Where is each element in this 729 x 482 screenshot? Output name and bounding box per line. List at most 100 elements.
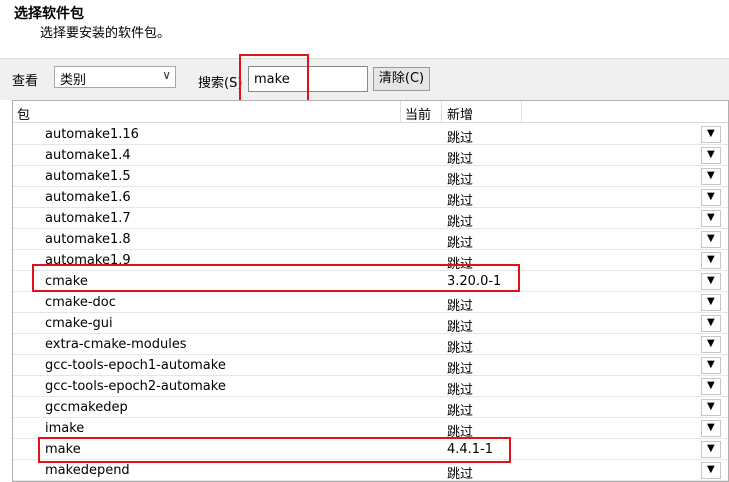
new-version-value: 跳过 bbox=[447, 173, 474, 188]
package-name: cmake-gui bbox=[45, 316, 113, 331]
version-dropdown[interactable]: ▼ bbox=[701, 315, 721, 332]
table-row[interactable]: extra-cmake-modules 跳过 ▼ bbox=[13, 334, 728, 356]
table-row[interactable]: cmake 3.20.0-1 ▼ bbox=[13, 271, 728, 292]
table-row[interactable]: gccmakedep 跳过 ▼ bbox=[13, 397, 728, 419]
package-table: 包 当前 新增 automake1.16 跳过 ▼ automake1.4 跳过… bbox=[12, 100, 729, 482]
triangle-down-icon: ▼ bbox=[707, 254, 715, 265]
table-row[interactable]: automake1.6 跳过 ▼ bbox=[13, 187, 728, 209]
new-version-value: 跳过 bbox=[447, 131, 474, 146]
triangle-down-icon: ▼ bbox=[707, 128, 715, 139]
new-version-value: 跳过 bbox=[447, 467, 474, 482]
triangle-down-icon: ▼ bbox=[707, 191, 715, 202]
table-row[interactable]: cmake-doc 跳过 ▼ bbox=[13, 292, 728, 314]
version-dropdown[interactable]: ▼ bbox=[701, 126, 721, 143]
search-input[interactable] bbox=[248, 66, 368, 92]
column-header-current[interactable]: 当前 bbox=[405, 104, 431, 123]
view-select[interactable]: 类别 ∨ bbox=[54, 66, 176, 88]
version-dropdown[interactable]: ▼ bbox=[701, 147, 721, 164]
version-dropdown[interactable]: ▼ bbox=[701, 399, 721, 416]
column-header-new[interactable]: 新增 bbox=[447, 104, 473, 123]
package-name: imake bbox=[45, 421, 85, 436]
triangle-down-icon: ▼ bbox=[707, 422, 715, 433]
version-dropdown[interactable]: ▼ bbox=[701, 294, 721, 311]
new-version-value: 跳过 bbox=[447, 425, 474, 440]
chevron-down-icon: ∨ bbox=[162, 68, 171, 82]
table-row[interactable]: cmake-gui 跳过 ▼ bbox=[13, 313, 728, 335]
version-dropdown[interactable]: ▼ bbox=[701, 462, 721, 479]
table-row[interactable]: gcc-tools-epoch2-automake 跳过 ▼ bbox=[13, 376, 728, 398]
table-row[interactable]: automake1.7 跳过 ▼ bbox=[13, 208, 728, 230]
package-name: extra-cmake-modules bbox=[45, 337, 187, 352]
package-name: automake1.7 bbox=[45, 211, 131, 226]
new-version-value: 3.20.0-1 bbox=[447, 274, 502, 289]
package-name: automake1.16 bbox=[45, 127, 139, 142]
new-version-value: 跳过 bbox=[447, 404, 474, 419]
package-name: make bbox=[45, 442, 81, 457]
triangle-down-icon: ▼ bbox=[707, 149, 715, 160]
version-dropdown[interactable]: ▼ bbox=[701, 273, 721, 290]
triangle-down-icon: ▼ bbox=[707, 443, 715, 454]
new-version-value: 跳过 bbox=[447, 362, 474, 377]
package-name: gcc-tools-epoch2-automake bbox=[45, 379, 226, 394]
triangle-down-icon: ▼ bbox=[707, 464, 715, 475]
table-row[interactable]: automake1.8 跳过 ▼ bbox=[13, 229, 728, 251]
package-name: automake1.6 bbox=[45, 190, 131, 205]
package-name: automake1.8 bbox=[45, 232, 131, 247]
triangle-down-icon: ▼ bbox=[707, 338, 715, 349]
new-version-value: 跳过 bbox=[447, 194, 474, 209]
table-row[interactable]: make 4.4.1-1 ▼ bbox=[13, 439, 728, 460]
triangle-down-icon: ▼ bbox=[707, 170, 715, 181]
new-version-value: 跳过 bbox=[447, 152, 474, 167]
clear-button[interactable]: 清除(C) bbox=[373, 67, 430, 91]
new-version-value: 跳过 bbox=[447, 215, 474, 230]
column-divider[interactable] bbox=[400, 101, 401, 123]
package-name: cmake bbox=[45, 274, 88, 289]
version-dropdown[interactable]: ▼ bbox=[701, 336, 721, 353]
new-version-value: 跳过 bbox=[447, 341, 474, 356]
triangle-down-icon: ▼ bbox=[707, 275, 715, 286]
search-label: 搜索(S) bbox=[198, 76, 243, 91]
version-dropdown[interactable]: ▼ bbox=[701, 441, 721, 458]
header: 选择软件包 选择要安装的软件包。 bbox=[0, 0, 729, 58]
column-header-package[interactable]: 包 bbox=[17, 104, 30, 123]
new-version-value: 跳过 bbox=[447, 320, 474, 335]
triangle-down-icon: ▼ bbox=[707, 296, 715, 307]
table-row[interactable]: makedepend 跳过 ▼ bbox=[13, 460, 728, 482]
view-label: 查看 bbox=[12, 74, 39, 89]
table-row[interactable]: automake1.5 跳过 ▼ bbox=[13, 166, 728, 188]
triangle-down-icon: ▼ bbox=[707, 380, 715, 391]
table-row[interactable]: automake1.16 跳过 ▼ bbox=[13, 124, 728, 146]
new-version-value: 跳过 bbox=[447, 383, 474, 398]
page-subtitle: 选择要安装的软件包。 bbox=[40, 26, 171, 41]
triangle-down-icon: ▼ bbox=[707, 317, 715, 328]
table-row[interactable]: imake 跳过 ▼ bbox=[13, 418, 728, 440]
column-divider[interactable] bbox=[521, 101, 522, 123]
table-header: 包 当前 新增 bbox=[13, 101, 728, 123]
version-dropdown[interactable]: ▼ bbox=[701, 189, 721, 206]
table-row[interactable]: automake1.9 跳过 ▼ bbox=[13, 250, 728, 272]
column-divider[interactable] bbox=[441, 101, 442, 123]
toolbar: 查看 类别 ∨ 搜索(S) 清除(C) bbox=[0, 58, 729, 100]
triangle-down-icon: ▼ bbox=[707, 359, 715, 370]
view-select-value: 类别 bbox=[60, 73, 87, 88]
version-dropdown[interactable]: ▼ bbox=[701, 420, 721, 437]
version-dropdown[interactable]: ▼ bbox=[701, 210, 721, 227]
triangle-down-icon: ▼ bbox=[707, 233, 715, 244]
table-row[interactable]: gcc-tools-epoch1-automake 跳过 ▼ bbox=[13, 355, 728, 377]
version-dropdown[interactable]: ▼ bbox=[701, 231, 721, 248]
version-dropdown[interactable]: ▼ bbox=[701, 252, 721, 269]
table-row[interactable]: automake1.4 跳过 ▼ bbox=[13, 145, 728, 167]
version-dropdown[interactable]: ▼ bbox=[701, 357, 721, 374]
new-version-value: 跳过 bbox=[447, 236, 474, 251]
package-name: automake1.4 bbox=[45, 148, 131, 163]
package-name: gccmakedep bbox=[45, 400, 128, 415]
package-name: makedepend bbox=[45, 463, 130, 478]
package-name: automake1.5 bbox=[45, 169, 131, 184]
triangle-down-icon: ▼ bbox=[707, 212, 715, 223]
package-name: automake1.9 bbox=[45, 253, 131, 268]
version-dropdown[interactable]: ▼ bbox=[701, 168, 721, 185]
package-name: cmake-doc bbox=[45, 295, 116, 310]
version-dropdown[interactable]: ▼ bbox=[701, 378, 721, 395]
triangle-down-icon: ▼ bbox=[707, 401, 715, 412]
package-name: gcc-tools-epoch1-automake bbox=[45, 358, 226, 373]
